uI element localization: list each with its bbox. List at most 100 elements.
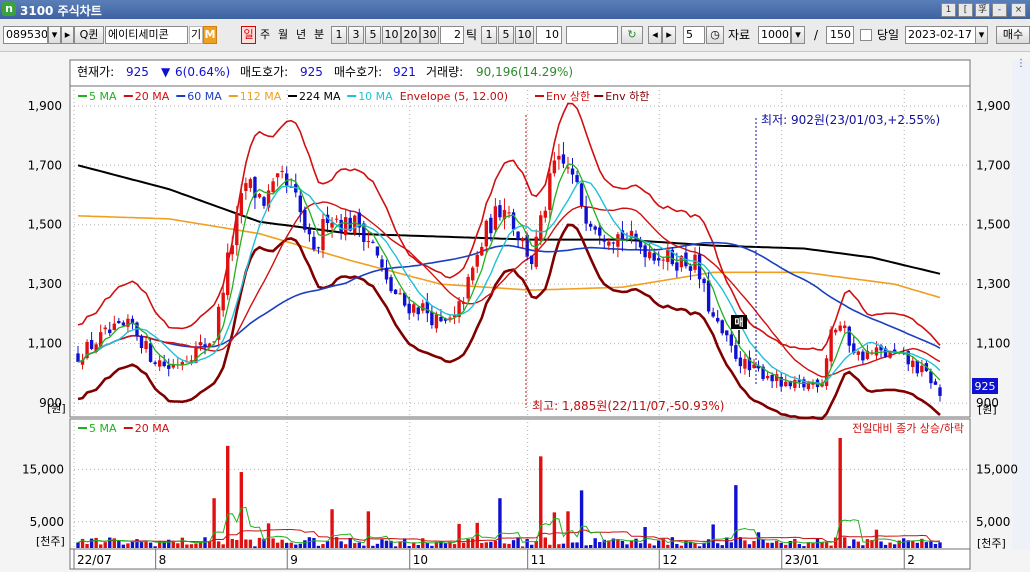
volume-unit-left: [천주]	[36, 534, 65, 548]
stock-code-input[interactable]: 089530	[3, 26, 48, 44]
stock-chart[interactable]: ⋮ 현재가: 925 ▼ 6(0.64%) 매도호가: 925 매수호가: 92…	[0, 52, 1030, 572]
legend-label: 5 MA	[89, 90, 117, 103]
volume-bar	[343, 544, 348, 548]
volume-bar	[829, 545, 833, 548]
minute-option-1[interactable]: 1	[331, 26, 347, 44]
page-separator: /	[814, 28, 819, 42]
tick-count-input[interactable]: 2	[440, 26, 464, 44]
candle-body	[847, 326, 851, 346]
candle-body	[534, 236, 538, 267]
window-close-button[interactable]: ×	[1011, 3, 1026, 17]
volume-bar	[189, 544, 194, 548]
buy-sell-button[interactable]: 매수	[996, 26, 1030, 44]
tick-label: 틱	[466, 28, 478, 42]
data-count-dropdown-icon[interactable]: ▾	[791, 26, 805, 44]
volume-bar	[275, 542, 280, 548]
candle-body	[752, 364, 756, 368]
price-tick-label-right: 1,300	[976, 277, 1010, 291]
candle-body	[226, 252, 230, 296]
stock-search-button[interactable]: Q퀸	[74, 26, 104, 44]
margin-badge: M	[203, 26, 217, 44]
x-tick-label: 8	[159, 553, 167, 567]
prev-page-icon[interactable]: ◂	[648, 26, 662, 44]
candle-body	[117, 320, 121, 324]
window-link-button[interactable]: [	[958, 3, 973, 17]
minute-option-20[interactable]: 20	[401, 26, 420, 44]
volume-bar	[593, 538, 597, 548]
candle-body	[588, 223, 593, 227]
volume-legend-label: 5 MA	[89, 422, 117, 435]
volume-bar	[643, 527, 647, 548]
date-dropdown-icon[interactable]: ▾	[975, 26, 988, 44]
candle-body	[321, 219, 325, 251]
candle-body	[312, 236, 316, 250]
candle-body	[244, 183, 248, 191]
candle-body	[76, 353, 80, 362]
same-day-checkbox[interactable]	[860, 29, 872, 41]
next-page-icon[interactable]: ▸	[662, 26, 676, 44]
volume-bar	[185, 544, 189, 548]
clock-icon[interactable]: ◷	[706, 26, 724, 44]
volume-bar	[629, 540, 634, 548]
volume-tick-label-right: 5,000	[976, 515, 1010, 529]
minute-option-5[interactable]: 5	[365, 26, 381, 44]
candle-body	[657, 258, 661, 261]
tick-option-5[interactable]: 5	[498, 26, 514, 44]
window-number-button[interactable]: 1	[941, 3, 956, 17]
x-tick-label: 22/07	[77, 553, 112, 567]
price-tick-label-right: 1,100	[976, 337, 1010, 351]
candle-body	[235, 213, 239, 246]
chart-toolbar: 089530 ▾ ▸ Q퀸 에이티세미콘 기 M 일 주 월 년 분 1 3 5…	[0, 19, 1030, 52]
candle-body	[248, 179, 253, 188]
candle-body	[334, 218, 339, 220]
page-total-input[interactable]: 150	[826, 26, 854, 44]
refresh-icon[interactable]: ↻	[621, 26, 643, 44]
volume-bar	[702, 543, 706, 548]
volume-label: 거래량:	[426, 65, 463, 79]
chart-scrollbar[interactable]	[1012, 60, 1030, 550]
legend-label: 10 MA	[358, 90, 393, 103]
candle-body	[539, 215, 543, 241]
data-count-select[interactable]: 1000	[758, 26, 791, 44]
tick-option-10[interactable]: 10	[515, 26, 534, 44]
legend-label: 20 MA	[135, 90, 170, 103]
candle-body	[743, 358, 747, 369]
candle-body	[343, 217, 348, 236]
window-minimize-button[interactable]: -	[992, 3, 1007, 17]
candle-body	[89, 340, 94, 349]
step-count-input[interactable]: 5	[683, 26, 705, 44]
volume-bar	[457, 523, 461, 548]
minute-option-10[interactable]: 10	[382, 26, 401, 44]
tick-custom-input[interactable]: 10	[536, 26, 562, 44]
volume-bar	[425, 542, 430, 548]
volume-bar	[294, 544, 298, 548]
tick-option-1[interactable]: 1	[481, 26, 497, 44]
candle-body	[838, 325, 842, 331]
date-input[interactable]: 2023-02-17	[905, 26, 976, 44]
minute-option-30[interactable]: 30	[420, 26, 439, 44]
volume-bar	[221, 544, 225, 548]
minute-option-3[interactable]: 3	[348, 26, 364, 44]
volume-bar	[725, 537, 729, 548]
tab-monthly[interactable]: 월	[274, 27, 292, 45]
volume-bar	[148, 542, 153, 548]
tab-weekly[interactable]: 주	[256, 27, 274, 45]
window-pin-icon[interactable]: 孚	[975, 3, 990, 17]
next-arrow-icon[interactable]: ▸	[61, 26, 74, 44]
tab-yearly[interactable]: 년	[292, 27, 310, 45]
trade-marker-label: 매	[734, 316, 743, 329]
candle-body	[611, 242, 616, 244]
candle-body	[929, 371, 933, 384]
candle-body	[230, 245, 234, 255]
volume-bar	[502, 543, 507, 548]
code-dropdown-icon[interactable]: ▾	[48, 26, 61, 44]
period-input[interactable]	[566, 26, 618, 44]
volume-bar	[76, 542, 80, 548]
volume-bar	[139, 541, 144, 548]
volume-bar	[493, 540, 498, 548]
candle-body	[874, 347, 879, 356]
tab-minute[interactable]: 분	[310, 27, 328, 45]
volume-bar	[675, 543, 679, 548]
tab-daily[interactable]: 일	[241, 26, 256, 44]
volume-bar	[529, 544, 534, 548]
